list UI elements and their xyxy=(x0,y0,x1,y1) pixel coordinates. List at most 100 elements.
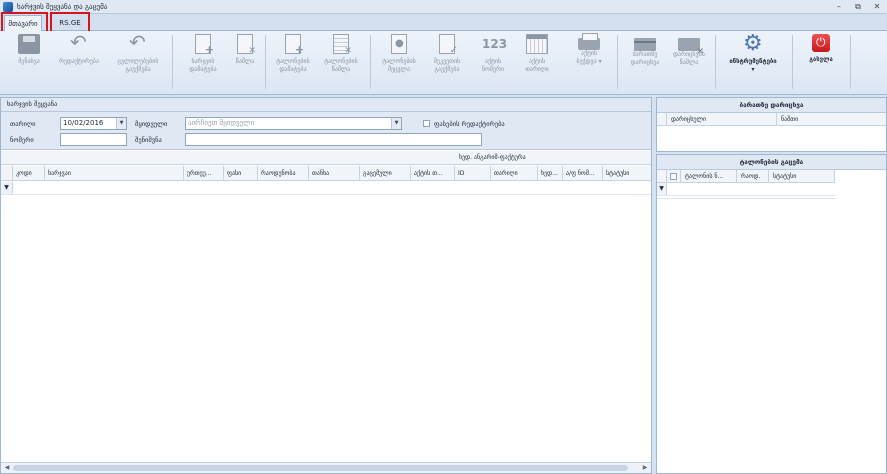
act-number-button[interactable]: აქტის ნომერი xyxy=(470,34,516,86)
expense-entry-panel: ხარჯვის შეყვანა თარიღი 10/02/2016 ▼ მყიდ… xyxy=(0,97,652,474)
table-row[interactable]: ▼ xyxy=(1,182,651,195)
delete-label: წაშლა xyxy=(235,58,255,65)
col-overhead[interactable]: ხედ... xyxy=(538,166,563,181)
cancel-orders-button[interactable]: შეკვეთის გაუქმება xyxy=(424,34,470,86)
cancel-orders-label-2: გაუქმება xyxy=(434,66,460,73)
add-expense-label-2: დამატება xyxy=(189,66,217,73)
card-delete-button[interactable]: დარიცხვის წაშლა xyxy=(666,34,712,86)
number-input[interactable] xyxy=(60,133,127,146)
grid-band-header: ხედ. ანგარიშ-ფაქტურა xyxy=(1,151,651,165)
change-coupon-button[interactable]: ტალონების შეცვლა xyxy=(376,34,422,86)
delete-coupon-label-1: ტალონების xyxy=(324,58,358,65)
col-price[interactable]: ფასი xyxy=(224,166,258,181)
exit-button[interactable]: გასვლა xyxy=(798,34,844,86)
panel-title: ხარჯვის შეყვანა xyxy=(1,98,651,112)
row-indicator-header xyxy=(657,113,667,126)
expense-grid-body[interactable] xyxy=(1,196,651,461)
row-indicator-header xyxy=(657,170,667,183)
scrollbar-thumb[interactable] xyxy=(13,465,628,471)
col-coupon-number[interactable]: ტალონის ნ... xyxy=(681,170,737,183)
save-label: შენახვა xyxy=(18,58,40,65)
doc-check-icon xyxy=(439,34,458,56)
note-label: შენიშვნა xyxy=(135,136,162,144)
doc-add-icon xyxy=(195,34,214,56)
col-expense[interactable]: ხარჯვაი xyxy=(45,166,184,181)
col-unit[interactable]: ერთეუ... xyxy=(184,166,224,181)
scroll-left-icon[interactable]: ◀ xyxy=(2,463,12,473)
cancel-changes-label-2: გაუქმება xyxy=(125,66,151,73)
change-coupon-label-1: ტალონების xyxy=(382,58,416,65)
chevron-down-icon: ▾ xyxy=(751,66,755,73)
edit-prices-checkbox[interactable] xyxy=(423,120,430,127)
ribbon-tab-bar: მთავარი RS.GE xyxy=(0,14,887,31)
maximize-button[interactable]: ⧉ xyxy=(852,1,864,12)
col-act-date[interactable]: აქტის თ... xyxy=(411,166,455,181)
col-balance[interactable]: ნაშთი xyxy=(777,113,886,126)
edit-button[interactable]: რედაქტირება xyxy=(56,32,102,86)
col-code[interactable]: კოდი xyxy=(13,166,45,181)
date-field[interactable]: 10/02/2016 ▼ xyxy=(60,117,127,130)
floppy-icon xyxy=(18,34,40,54)
note-input[interactable] xyxy=(185,133,482,146)
calendar-icon xyxy=(526,34,548,54)
add-expense-label-1: ხარჯვის xyxy=(191,58,215,65)
close-button[interactable]: ✕ xyxy=(871,1,883,12)
select-all-checkbox[interactable] xyxy=(670,173,677,180)
date-value: 10/02/2016 xyxy=(63,119,104,127)
act-print-label-1: აქტის xyxy=(580,50,598,57)
card-delete-label-2: წაშლა xyxy=(679,59,699,66)
cancel-changes-label-1: ცვლილებების xyxy=(117,58,159,65)
card-delete-label-1: დარიცხვის xyxy=(673,51,705,58)
ribbon-toolbar: შენახვა რედაქტირება ცვლილებების გაუქმება… xyxy=(0,31,887,95)
col-coupon-status[interactable]: სტატუსი xyxy=(769,170,835,183)
table-row xyxy=(657,196,835,199)
add-expense-button[interactable]: ხარჯვის დამატება xyxy=(180,34,226,86)
add-coupon-button[interactable]: ტალონების დამატება xyxy=(270,34,316,86)
select-all-cell[interactable] xyxy=(667,170,681,183)
cancel-orders-label-1: შეკვეთის xyxy=(433,58,461,65)
table-row[interactable]: ▼ xyxy=(657,183,835,196)
buyer-select[interactable]: აირჩიეთ მყიდველი ▼ xyxy=(185,117,402,130)
col-id[interactable]: ID xyxy=(455,166,491,181)
act-date-label-1: აქტის xyxy=(528,58,546,65)
exit-label: გასვლა xyxy=(809,56,833,63)
card-balance-title: ბარათზე დარიცხვა xyxy=(657,98,886,113)
expense-grid-header: კოდი ხარჯვაი ერთეუ... ფასი რაოდენობა თან… xyxy=(1,166,651,181)
window-title: ხარჯვის შეყვანა და გაცემა xyxy=(17,2,108,11)
act-number-label-1: აქტის xyxy=(484,58,502,65)
number-icon xyxy=(482,34,507,54)
col-invoice-number[interactable]: ა/ფ ნომ... xyxy=(563,166,603,181)
calendar-dropdown-icon[interactable]: ▼ xyxy=(116,118,126,129)
doc-change-icon xyxy=(391,34,407,54)
col-date[interactable]: თარიღი xyxy=(491,166,538,181)
horizontal-scrollbar[interactable]: ◀ ▶ xyxy=(1,462,651,473)
cancel-changes-button[interactable]: ცვლილებების გაუქმება xyxy=(112,32,164,86)
act-date-label-2: თარიღი xyxy=(525,66,549,73)
scroll-right-icon[interactable]: ▶ xyxy=(640,463,650,473)
date-label: თარიღი xyxy=(10,120,36,128)
row-indicator-icon: ▼ xyxy=(1,182,13,194)
act-number-label-2: ნომერი xyxy=(482,66,504,73)
act-date-button[interactable]: აქტის თარიღი xyxy=(514,34,560,86)
delete-button[interactable]: წაშლა xyxy=(222,34,268,86)
col-charged[interactable]: დარიცხული xyxy=(667,113,777,126)
tools-button[interactable]: ინსტრუმენტები ▾ xyxy=(720,34,786,86)
doc-delete-icon xyxy=(237,34,256,56)
save-button[interactable]: შენახვა xyxy=(6,34,52,86)
delete-coupon-label-2: წაშლა xyxy=(331,66,351,73)
doc-lines-delete-icon xyxy=(333,34,352,56)
minimize-button[interactable]: – xyxy=(833,1,845,12)
card-balance-panel: ბარათზე დარიცხვა დარიცხული ნაშთი xyxy=(656,97,887,152)
col-amount[interactable]: თანხა xyxy=(309,166,360,181)
delete-coupon-button[interactable]: ტალონების წაშლა xyxy=(318,34,364,86)
col-status[interactable]: სტატუსი xyxy=(603,166,651,181)
col-issued[interactable]: გაცემული xyxy=(360,166,411,181)
card-delete-icon xyxy=(678,38,704,57)
col-quantity[interactable]: რაოდენობა xyxy=(258,166,309,181)
chevron-down-icon[interactable]: ▼ xyxy=(391,118,401,129)
undo-icon xyxy=(127,32,149,54)
act-print-button[interactable]: აქტის ბეჭდვა ▾ xyxy=(566,33,612,86)
col-coupon-quantity[interactable]: რაოდ. xyxy=(737,170,769,183)
card-balance-label-2: დარიცხვა xyxy=(630,59,660,66)
card-balance-button[interactable]: ბარათზე დარიცხვა xyxy=(622,34,668,86)
